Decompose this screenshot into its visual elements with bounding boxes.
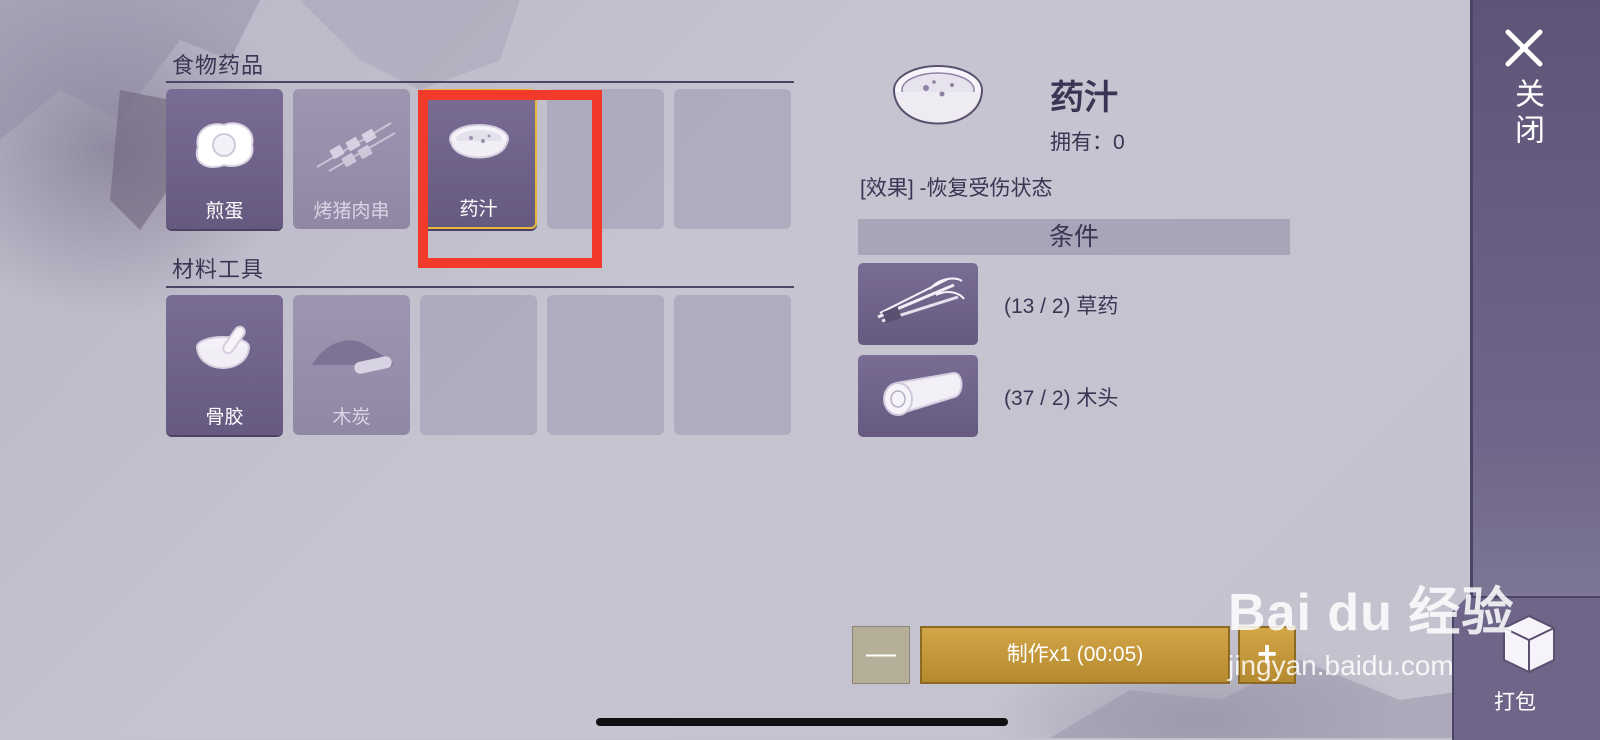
charcoal-icon	[293, 331, 410, 381]
item-slot-skewer[interactable]: 烤猪肉串	[293, 89, 410, 229]
item-slot-charcoal[interactable]: 木炭	[293, 295, 410, 435]
close-icon[interactable]	[1502, 26, 1546, 70]
detail-item-name: 药汁	[1050, 79, 1118, 117]
highlight-annotation-box	[418, 90, 602, 268]
decrease-quantity-button[interactable]: —	[852, 626, 910, 684]
craft-button[interactable]: 制作x1 (00:05)	[920, 626, 1230, 684]
slot-label: 煎蛋	[205, 201, 244, 222]
slot-label: 木炭	[332, 407, 371, 428]
close-button[interactable]: 关闭	[1500, 78, 1548, 150]
category-title-materials: 材料工具	[172, 257, 265, 282]
fried-egg-icon	[166, 117, 283, 173]
conditions-header: 条件	[858, 219, 1290, 255]
potion-bowl-icon	[890, 60, 986, 147]
item-slot-bone-glue[interactable]: 骨胶	[166, 295, 283, 435]
item-slot-empty[interactable]	[420, 295, 537, 435]
wood-log-icon	[883, 371, 963, 416]
skewer-icon	[293, 117, 410, 173]
detail-owned-count: 拥有：0	[1050, 131, 1125, 154]
baidu-watermark: Bai du 经验 jingyan.baidu.com	[1228, 570, 1515, 681]
mortar-bowl-icon	[166, 321, 283, 381]
requirement-slot-herb[interactable]	[858, 263, 978, 345]
item-slot-empty[interactable]	[674, 89, 791, 229]
slot-label: 骨胶	[205, 407, 244, 428]
requirement-slot-wood[interactable]	[858, 355, 978, 437]
pack-button-label: 打包	[1494, 691, 1536, 714]
slot-label: 烤猪肉串	[313, 201, 390, 222]
requirement-text-wood: (37 / 2) 木头	[1004, 387, 1119, 410]
category-title-food: 食物药品	[172, 53, 265, 78]
requirement-text-herb: (13 / 2) 草药	[1004, 295, 1119, 318]
item-slot-empty[interactable]	[547, 295, 664, 435]
item-slot-empty[interactable]	[674, 295, 791, 435]
watermark-logo-text: Bai du 经验	[1228, 584, 1515, 642]
watermark-url: jingyan.baidu.com	[1228, 650, 1454, 681]
item-slot-fried-egg[interactable]: 煎蛋	[166, 89, 283, 229]
herb-icon	[877, 277, 965, 324]
category-divider	[166, 286, 794, 288]
category-divider	[166, 81, 794, 83]
detail-effect-text: [效果] -恢复受伤状态	[860, 177, 1053, 200]
home-indicator[interactable]	[596, 718, 1008, 726]
